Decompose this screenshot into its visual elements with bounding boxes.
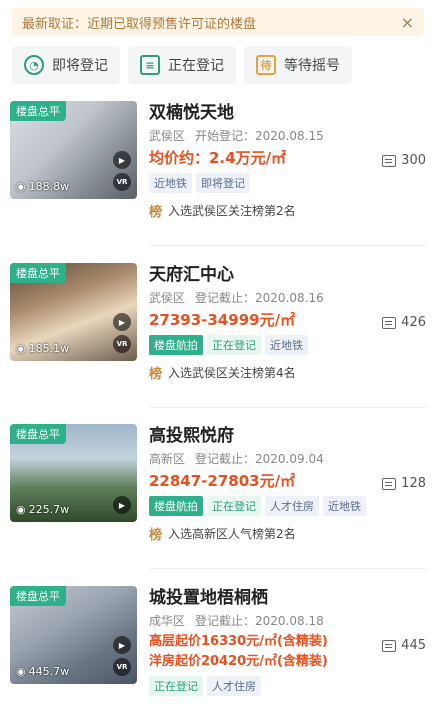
rank-line: 榜入选高新区人气榜第2名 — [149, 524, 389, 543]
views-count: ◉ 188.8w — [16, 180, 70, 193]
eye-icon: ◉ — [16, 342, 26, 355]
rank-icon: 榜 — [149, 367, 163, 382]
badge: 即将登记 — [196, 173, 250, 193]
comment-count[interactable]: 426 — [382, 315, 426, 330]
listing-info: 城投置地梧桐栖 成华区 登记截止：2020.08.18 高层起价16330元/㎡(… — [149, 586, 389, 696]
badge: 近地铁 — [265, 335, 308, 355]
rank-icon: 榜 — [149, 528, 163, 543]
rank-icon: 榜 — [149, 205, 163, 220]
wait-icon: 待 — [256, 55, 276, 75]
filter-registering-button[interactable]: ≡ 正在登记 — [128, 46, 236, 84]
vr-icon[interactable]: VR — [113, 335, 131, 353]
badge: 正在登记 — [207, 496, 261, 516]
listing-meta: 高新区 登记截止：2020.09.04 — [149, 452, 324, 466]
comment-icon — [382, 639, 397, 652]
listing-title[interactable]: 高投熙悦府 — [149, 424, 389, 448]
divider — [149, 245, 426, 246]
close-icon[interactable]: × — [401, 13, 414, 32]
overview-tag: 楼盘总平 — [10, 586, 66, 606]
listing-meta: 成华区 登记截止：2020.08.18 — [149, 614, 324, 628]
badge-list: 楼盘航拍 正在登记 近地铁 — [149, 335, 379, 355]
listing-price: 洋房起价20420元/㎡(含精装) — [149, 654, 328, 669]
listing-info: 天府汇中心 武侯区 登记截止：2020.08.16 27393-34999元/㎡ … — [149, 263, 379, 382]
filter-label: 等待摇号 — [284, 58, 340, 74]
filter-waiting-button[interactable]: 待 等待摇号 — [244, 46, 352, 84]
listing-card[interactable]: 楼盘总平 ▶ VR ◉ 188.8w 双楠悦天地 武侯区 开始登记：2020.08.… — [10, 101, 426, 251]
eye-icon: ◉ — [16, 503, 26, 516]
filter-label: 即将登记 — [52, 58, 108, 74]
play-icon[interactable]: ▶ — [113, 496, 131, 514]
listing-meta: 武侯区 开始登记：2020.08.15 — [149, 129, 324, 143]
overview-tag: 楼盘总平 — [10, 101, 66, 121]
eye-icon: ◉ — [16, 180, 26, 193]
listing-photo[interactable]: 楼盘总平 ▶ VR ◉ 185.1w — [10, 263, 137, 361]
comment-icon — [382, 154, 397, 167]
listing-title[interactable]: 双楠悦天地 — [149, 101, 379, 125]
views-count: ◉ 185.1w — [16, 342, 70, 355]
listing-info: 高投熙悦府 高新区 登记截止：2020.09.04 22847-27803元/㎡ … — [149, 424, 389, 543]
play-icon[interactable]: ▶ — [113, 636, 131, 654]
divider — [149, 407, 426, 408]
play-icon[interactable]: ▶ — [113, 151, 131, 169]
listing-price: 均价约：2.4万元/㎡ — [149, 149, 287, 167]
vr-icon[interactable]: VR — [113, 173, 131, 191]
listing-title[interactable]: 城投置地梧桐栖 — [149, 586, 389, 610]
listing-card[interactable]: 楼盘总平 ▶ VR ◉ 445.7w 城投置地梧桐栖 成华区 登记截止：2020.0… — [10, 586, 426, 704]
listing-price: 22847-27803元/㎡ — [149, 472, 296, 490]
filter-bar: ◔ 即将登记 ≡ 正在登记 待 等待摇号 — [12, 46, 352, 84]
views-count: ◉ 225.7w — [16, 503, 70, 516]
rank-line: 榜入选武侯区关注榜第2名 — [149, 201, 379, 220]
comment-icon — [382, 316, 397, 329]
badge: 正在登记 — [149, 676, 203, 696]
overview-tag: 楼盘总平 — [10, 424, 66, 444]
filter-upcoming-button[interactable]: ◔ 即将登记 — [12, 46, 120, 84]
badge: 近地铁 — [323, 496, 366, 516]
clock-icon: ◔ — [24, 55, 44, 75]
comment-icon — [382, 477, 397, 490]
document-icon: ≡ — [140, 55, 160, 75]
notice-text: 最新取证：近期已取得预售许可证的楼盘 — [22, 16, 257, 32]
listing-photo[interactable]: 楼盘总平 ▶ VR ◉ 188.8w — [10, 101, 137, 199]
eye-icon: ◉ — [16, 665, 26, 678]
badge-list: 正在登记 人才住房 — [149, 676, 389, 696]
rank-line: 榜入选武侯区关注榜第4名 — [149, 363, 379, 382]
listing-card[interactable]: 楼盘总平 ▶ VR ◉ 185.1w 天府汇中心 武侯区 登记截止：2020.08.… — [10, 263, 426, 413]
listing-info: 双楠悦天地 武侯区 开始登记：2020.08.15 均价约：2.4万元/㎡ 近地铁… — [149, 101, 379, 220]
play-icon[interactable]: ▶ — [113, 313, 131, 331]
listing-card[interactable]: 楼盘总平 ▶ ◉ 225.7w 高投熙悦府 高新区 登记截止：2020.09.04 … — [10, 424, 426, 574]
badge: 近地铁 — [149, 173, 192, 193]
notice-banner: 最新取证：近期已取得预售许可证的楼盘 × — [12, 8, 424, 36]
listing-price: 27393-34999元/㎡ — [149, 311, 296, 329]
divider — [149, 568, 426, 569]
listing-photo[interactable]: 楼盘总平 ▶ ◉ 225.7w — [10, 424, 137, 522]
badge-list: 近地铁 即将登记 — [149, 173, 379, 193]
badge: 楼盘航拍 — [149, 496, 203, 516]
listing-title[interactable]: 天府汇中心 — [149, 263, 379, 287]
badge: 人才住房 — [265, 496, 319, 516]
listing-price: 高层起价16330元/㎡(含精装) — [149, 634, 328, 649]
vr-icon[interactable]: VR — [113, 658, 131, 676]
badge-list: 楼盘航拍 正在登记 人才住房 近地铁 — [149, 496, 389, 516]
listing-photo[interactable]: 楼盘总平 ▶ VR ◉ 445.7w — [10, 586, 137, 684]
comment-count[interactable]: 128 — [382, 476, 426, 491]
filter-label: 正在登记 — [168, 58, 224, 74]
comment-count[interactable]: 445 — [382, 638, 426, 653]
comment-count[interactable]: 300 — [382, 153, 426, 168]
views-count: ◉ 445.7w — [16, 665, 70, 678]
badge: 楼盘航拍 — [149, 335, 203, 355]
listing-meta: 武侯区 登记截止：2020.08.16 — [149, 291, 324, 305]
badge: 人才住房 — [207, 676, 261, 696]
badge: 正在登记 — [207, 335, 261, 355]
overview-tag: 楼盘总平 — [10, 263, 66, 283]
